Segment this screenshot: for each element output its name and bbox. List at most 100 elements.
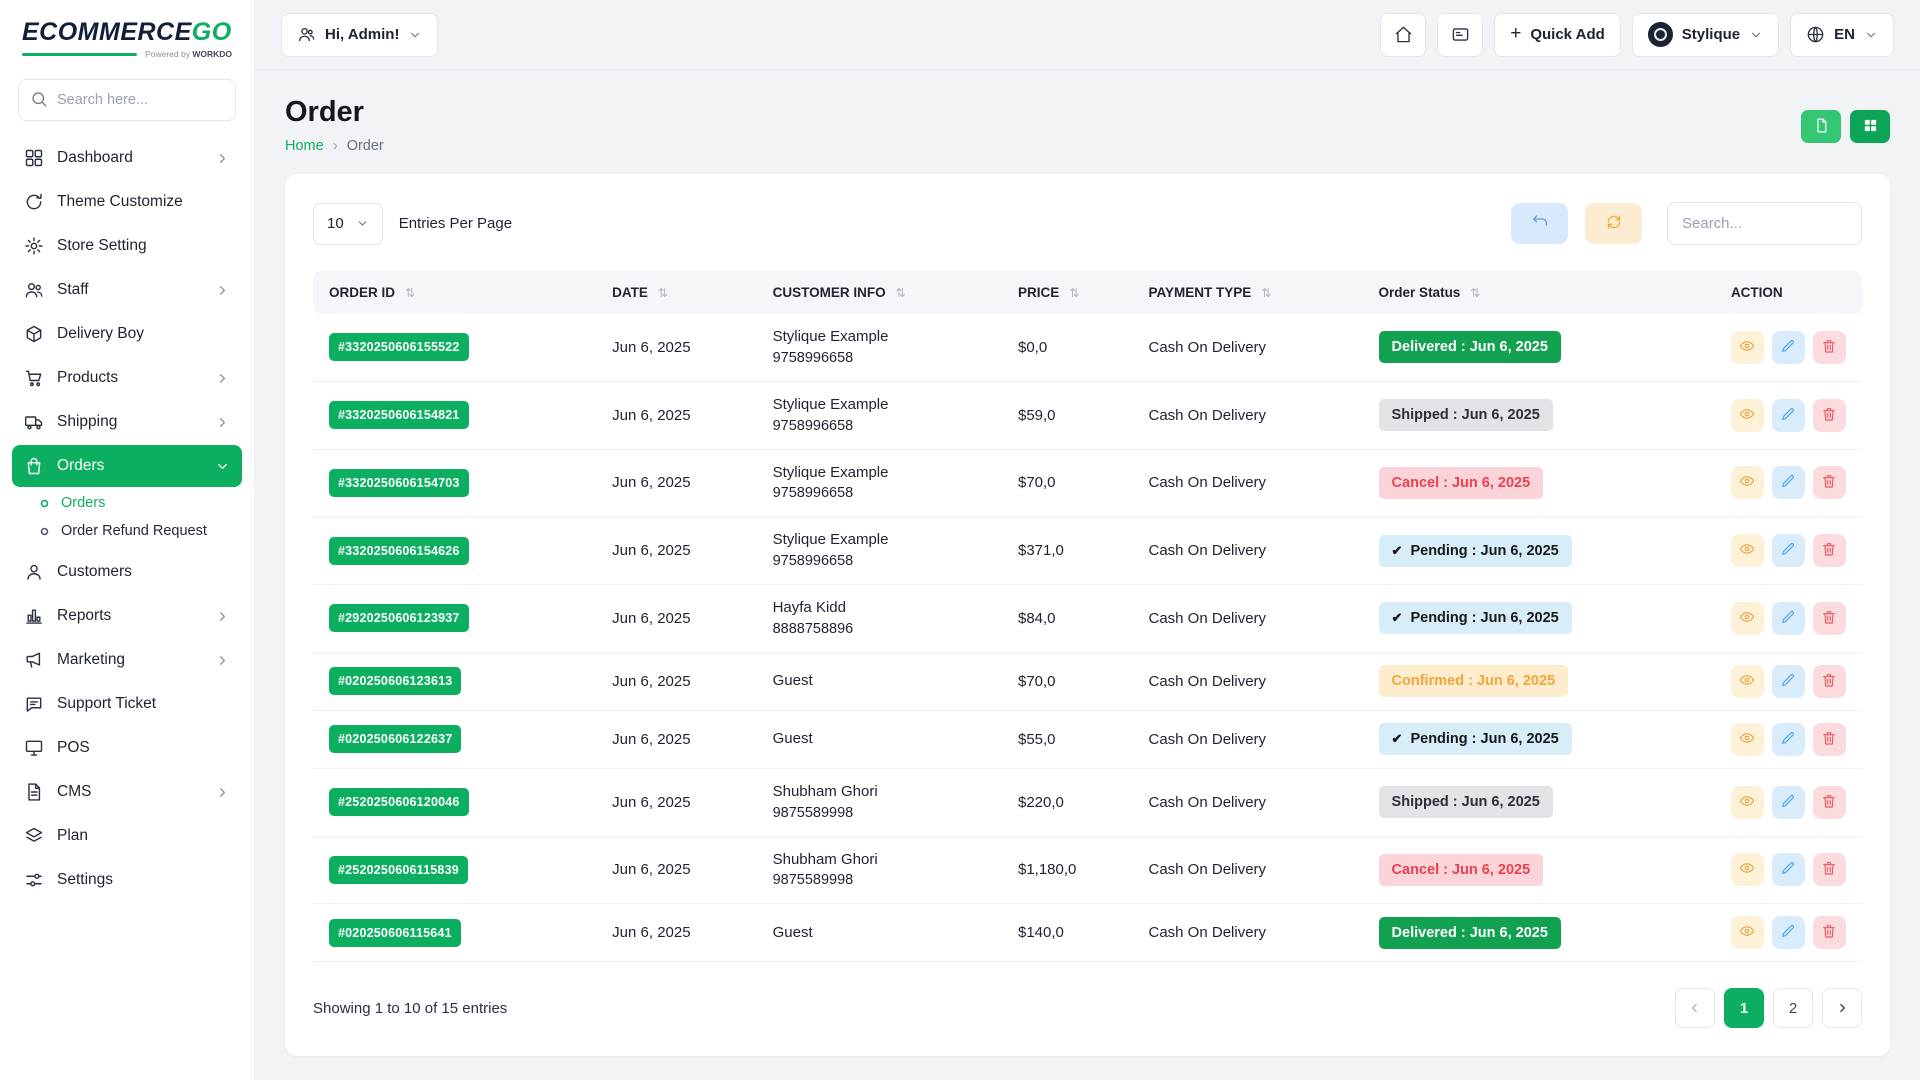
view-order-button[interactable] [1731, 786, 1764, 819]
view-order-button[interactable] [1731, 534, 1764, 567]
export-button[interactable] [1801, 110, 1841, 143]
edit-order-button[interactable] [1772, 399, 1805, 432]
delete-order-button[interactable] [1813, 534, 1846, 567]
view-order-button[interactable] [1731, 466, 1764, 499]
edit-order-button[interactable] [1772, 916, 1805, 949]
customer-phone: 9875589998 [773, 803, 986, 824]
chevron-right-icon [215, 785, 230, 800]
edit-order-button[interactable] [1772, 665, 1805, 698]
breadcrumb-home-link[interactable]: Home [285, 138, 324, 154]
sidebar-item-reports[interactable]: Reports [12, 595, 242, 637]
reports-icon [24, 606, 44, 626]
view-order-button[interactable] [1731, 399, 1764, 432]
delete-order-button[interactable] [1813, 853, 1846, 886]
view-order-button[interactable] [1731, 665, 1764, 698]
view-order-button[interactable] [1731, 916, 1764, 949]
sort-icon[interactable]: ⇅ [896, 286, 906, 300]
edit-order-button[interactable] [1772, 723, 1805, 756]
sidebar-item-plan[interactable]: Plan [12, 815, 242, 857]
sidebar-item-orders[interactable]: Orders [12, 445, 242, 487]
topbar: Hi, Admin! + Quick Add Stylique EN [255, 0, 1920, 70]
order-status-badge: Cancel : Jun 6, 2025 [1379, 854, 1544, 886]
grid-view-button[interactable] [1850, 110, 1890, 143]
entries-per-page-select[interactable]: 10 [313, 203, 383, 245]
sidebar-item-support-ticket[interactable]: Support Ticket [12, 683, 242, 725]
sidebar-item-shipping[interactable]: Shipping [12, 401, 242, 443]
sidebar-search-input[interactable] [18, 79, 236, 121]
sidebar-subitem-order-refund-request[interactable]: Order Refund Request [26, 517, 242, 545]
view-order-button[interactable] [1731, 331, 1764, 364]
sidebar-item-theme-customize[interactable]: Theme Customize [12, 181, 242, 223]
view-order-button[interactable] [1731, 602, 1764, 635]
sidebar-item-store-setting[interactable]: Store Setting [12, 225, 242, 267]
delete-order-button[interactable] [1813, 916, 1846, 949]
pagination-page-2-button[interactable]: 2 [1773, 988, 1813, 1028]
sidebar-item-customers[interactable]: Customers [12, 551, 242, 593]
sort-icon[interactable]: ⇅ [1261, 286, 1271, 300]
column-header-date[interactable]: DATE⇅ [596, 271, 756, 314]
column-header-customer-info[interactable]: CUSTOMER INFO⇅ [757, 271, 1002, 314]
sidebar-item-dashboard[interactable]: Dashboard [12, 137, 242, 179]
home-button[interactable] [1380, 13, 1426, 57]
table-row: #3320250606155522 Jun 6, 2025 Stylique E… [313, 314, 1862, 381]
order-price: $1,180,0 [1018, 861, 1076, 878]
eye-icon [1739, 609, 1755, 628]
home-icon [1394, 25, 1413, 44]
delete-order-button[interactable] [1813, 466, 1846, 499]
view-order-button[interactable] [1731, 723, 1764, 756]
table-row: #2920250606123937 Jun 6, 2025 Hayfa Kidd… [313, 585, 1862, 653]
page-title: Order [285, 96, 384, 129]
card-button[interactable] [1437, 13, 1483, 57]
pagination-page-1-button[interactable]: 1 [1724, 988, 1764, 1028]
edit-order-button[interactable] [1772, 602, 1805, 635]
chevron-down-icon [1864, 28, 1878, 42]
delete-order-button[interactable] [1813, 399, 1846, 432]
column-header-order-id[interactable]: ORDER ID⇅ [313, 271, 596, 314]
sidebar-item-pos[interactable]: POS [12, 727, 242, 769]
delete-order-button[interactable] [1813, 723, 1846, 756]
refresh-button[interactable] [1585, 203, 1642, 244]
showing-entries-text: Showing 1 to 10 of 15 entries [313, 1000, 507, 1017]
sidebar-item-cms[interactable]: CMS [12, 771, 242, 813]
payment-type: Cash On Delivery [1149, 673, 1267, 690]
edit-order-button[interactable] [1772, 331, 1805, 364]
table-search-input[interactable] [1667, 202, 1862, 245]
sort-icon[interactable]: ⇅ [405, 286, 415, 300]
sidebar-subitem-orders[interactable]: Orders [26, 489, 242, 517]
order-date: Jun 6, 2025 [612, 610, 690, 627]
sidebar-item-marketing[interactable]: Marketing [12, 639, 242, 681]
admin-greeting-button[interactable]: Hi, Admin! [281, 13, 438, 57]
brand-logo[interactable]: ECOMMERCEGO Powered by WORKDO [0, 0, 254, 67]
sort-icon[interactable]: ⇅ [1069, 286, 1079, 300]
undo-button[interactable] [1511, 203, 1568, 244]
delete-order-button[interactable] [1813, 331, 1846, 364]
pagination-next-button[interactable] [1822, 988, 1862, 1028]
delete-order-button[interactable] [1813, 665, 1846, 698]
edit-order-button[interactable] [1772, 534, 1805, 567]
sort-icon[interactable]: ⇅ [658, 286, 668, 300]
column-header-order-status[interactable]: Order Status⇅ [1363, 271, 1715, 314]
eye-icon [1739, 473, 1755, 492]
edit-order-button[interactable] [1772, 786, 1805, 819]
delete-order-button[interactable] [1813, 602, 1846, 635]
sort-icon[interactable]: ⇅ [1470, 286, 1480, 300]
view-order-button[interactable] [1731, 853, 1764, 886]
delete-order-button[interactable] [1813, 786, 1846, 819]
column-header-payment-type[interactable]: PAYMENT TYPE⇅ [1133, 271, 1363, 314]
customer-phone: 9758996658 [773, 416, 986, 437]
sidebar-item-products[interactable]: Products [12, 357, 242, 399]
sidebar-item-staff[interactable]: Staff [12, 269, 242, 311]
store-switcher-button[interactable]: Stylique [1632, 13, 1779, 57]
column-header-action: ACTION [1715, 271, 1862, 314]
pagination-prev-button[interactable] [1675, 988, 1715, 1028]
edit-order-button[interactable] [1772, 466, 1805, 499]
quick-add-button[interactable]: + Quick Add [1494, 13, 1621, 57]
language-button[interactable]: EN [1790, 13, 1894, 57]
sidebar-item-delivery-boy[interactable]: Delivery Boy [12, 313, 242, 355]
customer-name: Stylique Example [773, 326, 986, 348]
edit-order-button[interactable] [1772, 853, 1805, 886]
sidebar-item-settings[interactable]: Settings [12, 859, 242, 901]
orders-icon [24, 456, 44, 476]
chevron-down-icon [1749, 28, 1763, 42]
column-header-price[interactable]: PRICE⇅ [1002, 271, 1133, 314]
